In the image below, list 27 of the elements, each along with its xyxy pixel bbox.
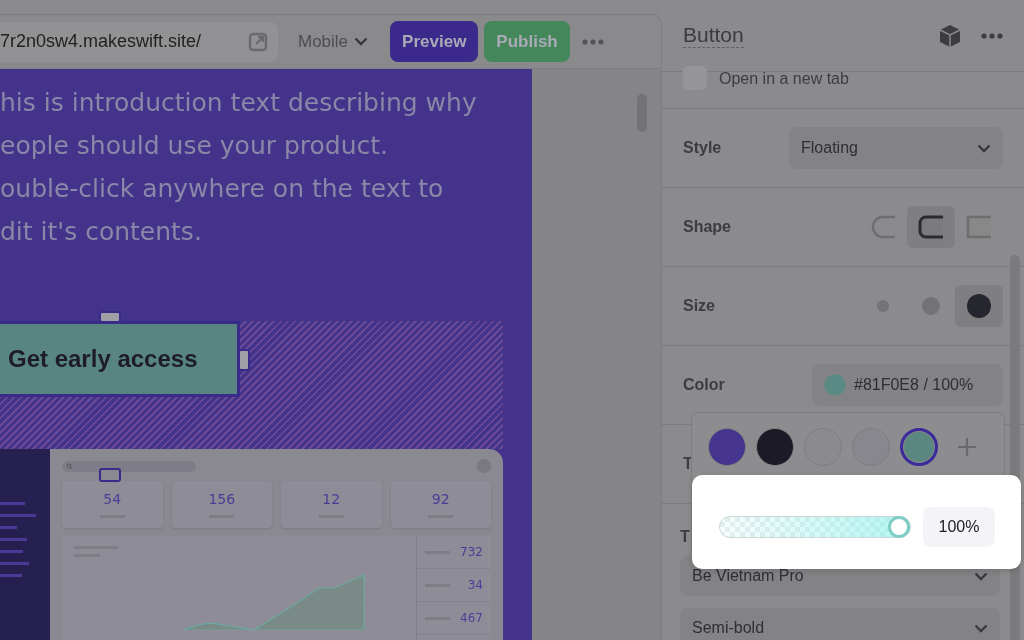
cta-button[interactable]: Get early access	[0, 321, 240, 397]
stat-value: 92	[431, 491, 450, 507]
intro-text-line: eople should use your product.	[0, 130, 390, 162]
stat-value: 156	[208, 491, 236, 507]
style-dropdown[interactable]: Floating	[789, 127, 1003, 169]
font-weight-dropdown[interactable]: Semi-bold	[680, 608, 1000, 640]
field-label: Style	[683, 139, 722, 157]
intro-text-line: dit it's contents.	[0, 216, 203, 248]
field-label: Color	[683, 376, 725, 394]
stat-value: 12	[322, 491, 341, 507]
intro-text-line: ouble-click anywhere on the text to	[0, 173, 445, 205]
checkbox-label: Open in a new tab	[719, 70, 849, 88]
list-value: 732	[460, 545, 483, 559]
list-value: 467	[460, 611, 483, 625]
stat-value: 54	[103, 491, 122, 507]
publish-button[interactable]: Publish	[484, 21, 570, 62]
url-field[interactable]: 7r2n0sw4.makeswift.site/	[0, 21, 278, 62]
list-value: 34	[467, 578, 483, 592]
intro-text-line: his is introduction text describing why	[0, 87, 478, 119]
preview-button[interactable]: Preview	[390, 21, 479, 62]
opacity-field[interactable]: 100%	[923, 507, 995, 547]
panel-title: Button	[683, 23, 744, 48]
device-dropdown[interactable]: Mobile	[294, 27, 373, 56]
color-field[interactable]: #81F0E8 / 100%	[812, 364, 1003, 406]
field-label: Shape	[683, 218, 731, 236]
field-label: Size	[683, 297, 715, 315]
field-label: T	[680, 528, 690, 546]
